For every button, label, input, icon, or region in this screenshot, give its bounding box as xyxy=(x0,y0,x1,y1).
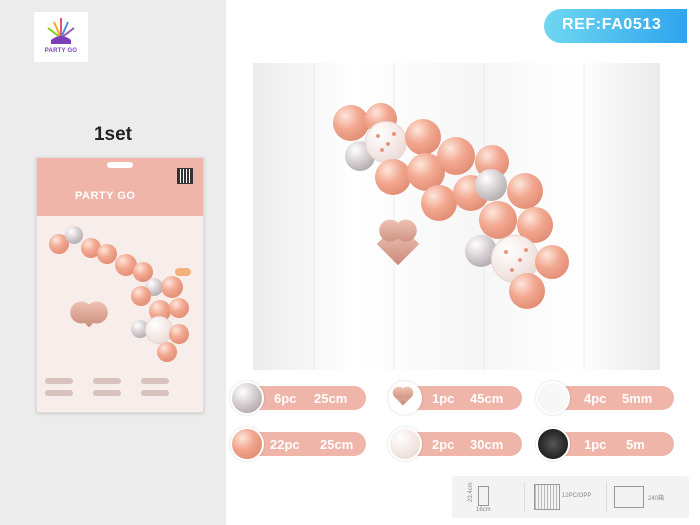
package-size-icon xyxy=(478,486,489,506)
balloon xyxy=(405,119,441,155)
package-height: 23.4cm xyxy=(468,482,474,502)
package-spec-icons xyxy=(45,376,195,400)
confetti-balloon xyxy=(365,121,407,163)
fireworks-icon xyxy=(47,18,75,44)
hang-hole xyxy=(107,162,133,168)
balloon xyxy=(375,159,411,195)
carton-count: 240箱 xyxy=(648,496,665,502)
balloon xyxy=(479,201,517,239)
spec-size: 45cm xyxy=(470,391,504,406)
opp-bag-icon xyxy=(534,484,560,510)
left-panel: PARTY GO 1set PARTY GO xyxy=(0,0,226,525)
balloon xyxy=(535,245,569,279)
heart-foil-balloon-icon xyxy=(388,381,422,415)
spec-qty: 22pc xyxy=(270,437,300,452)
package-balloon xyxy=(161,276,183,298)
spec-size: 5m xyxy=(626,437,645,452)
spec-qty: 1pc xyxy=(432,391,455,406)
opp-count: 12PC/OPP xyxy=(562,493,592,499)
confetti-balloon-icon xyxy=(388,427,422,461)
packaging-info: 23.4cm 16cm 12PC/OPP 240箱 xyxy=(452,476,689,518)
balloon xyxy=(333,105,369,141)
qr-code-icon xyxy=(177,168,193,184)
balloon xyxy=(475,169,507,201)
product-photo xyxy=(253,63,660,370)
balloon xyxy=(437,137,475,175)
package-balloon xyxy=(169,324,189,344)
package-header: PARTY GO xyxy=(37,158,203,216)
rose-gold-balloon-icon xyxy=(230,427,264,461)
package-tag xyxy=(175,268,191,276)
party-go-logo: PARTY GO xyxy=(34,12,88,62)
package-balloon xyxy=(169,298,189,318)
package-brand: PARTY GO xyxy=(75,190,136,202)
balloon xyxy=(509,273,545,309)
balloon xyxy=(421,185,457,221)
spec-size: 30cm xyxy=(470,437,504,452)
spec-qty: 6pc xyxy=(274,391,297,406)
spec-qty: 2pc xyxy=(432,437,455,452)
package-heart-balloon xyxy=(77,304,101,328)
package-width: 16cm xyxy=(476,507,491,513)
balloon-strip-icon xyxy=(536,427,570,461)
package-balloon xyxy=(65,226,83,244)
spec-qty: 1pc xyxy=(584,437,607,452)
package-balloon xyxy=(131,286,151,306)
spec-size: 25cm xyxy=(320,437,354,452)
reference-code: REF:FA0513 xyxy=(562,16,662,33)
set-count-label: 1set xyxy=(93,124,133,145)
chrome-balloon-icon xyxy=(230,381,264,415)
spec-qty: 4pc xyxy=(584,391,607,406)
heart-foil-balloon xyxy=(376,222,420,266)
reference-badge: REF:FA0513 xyxy=(544,9,687,43)
carton-icon xyxy=(614,486,644,508)
glue-dots-icon xyxy=(536,381,570,415)
logo-text: PARTY GO xyxy=(44,48,78,54)
spec-size: 25cm xyxy=(314,391,348,406)
product-package: PARTY GO xyxy=(36,157,204,413)
balloon xyxy=(507,173,543,209)
package-balloon xyxy=(97,244,117,264)
spec-size: 5mm xyxy=(622,391,653,406)
package-balloon xyxy=(157,342,177,362)
